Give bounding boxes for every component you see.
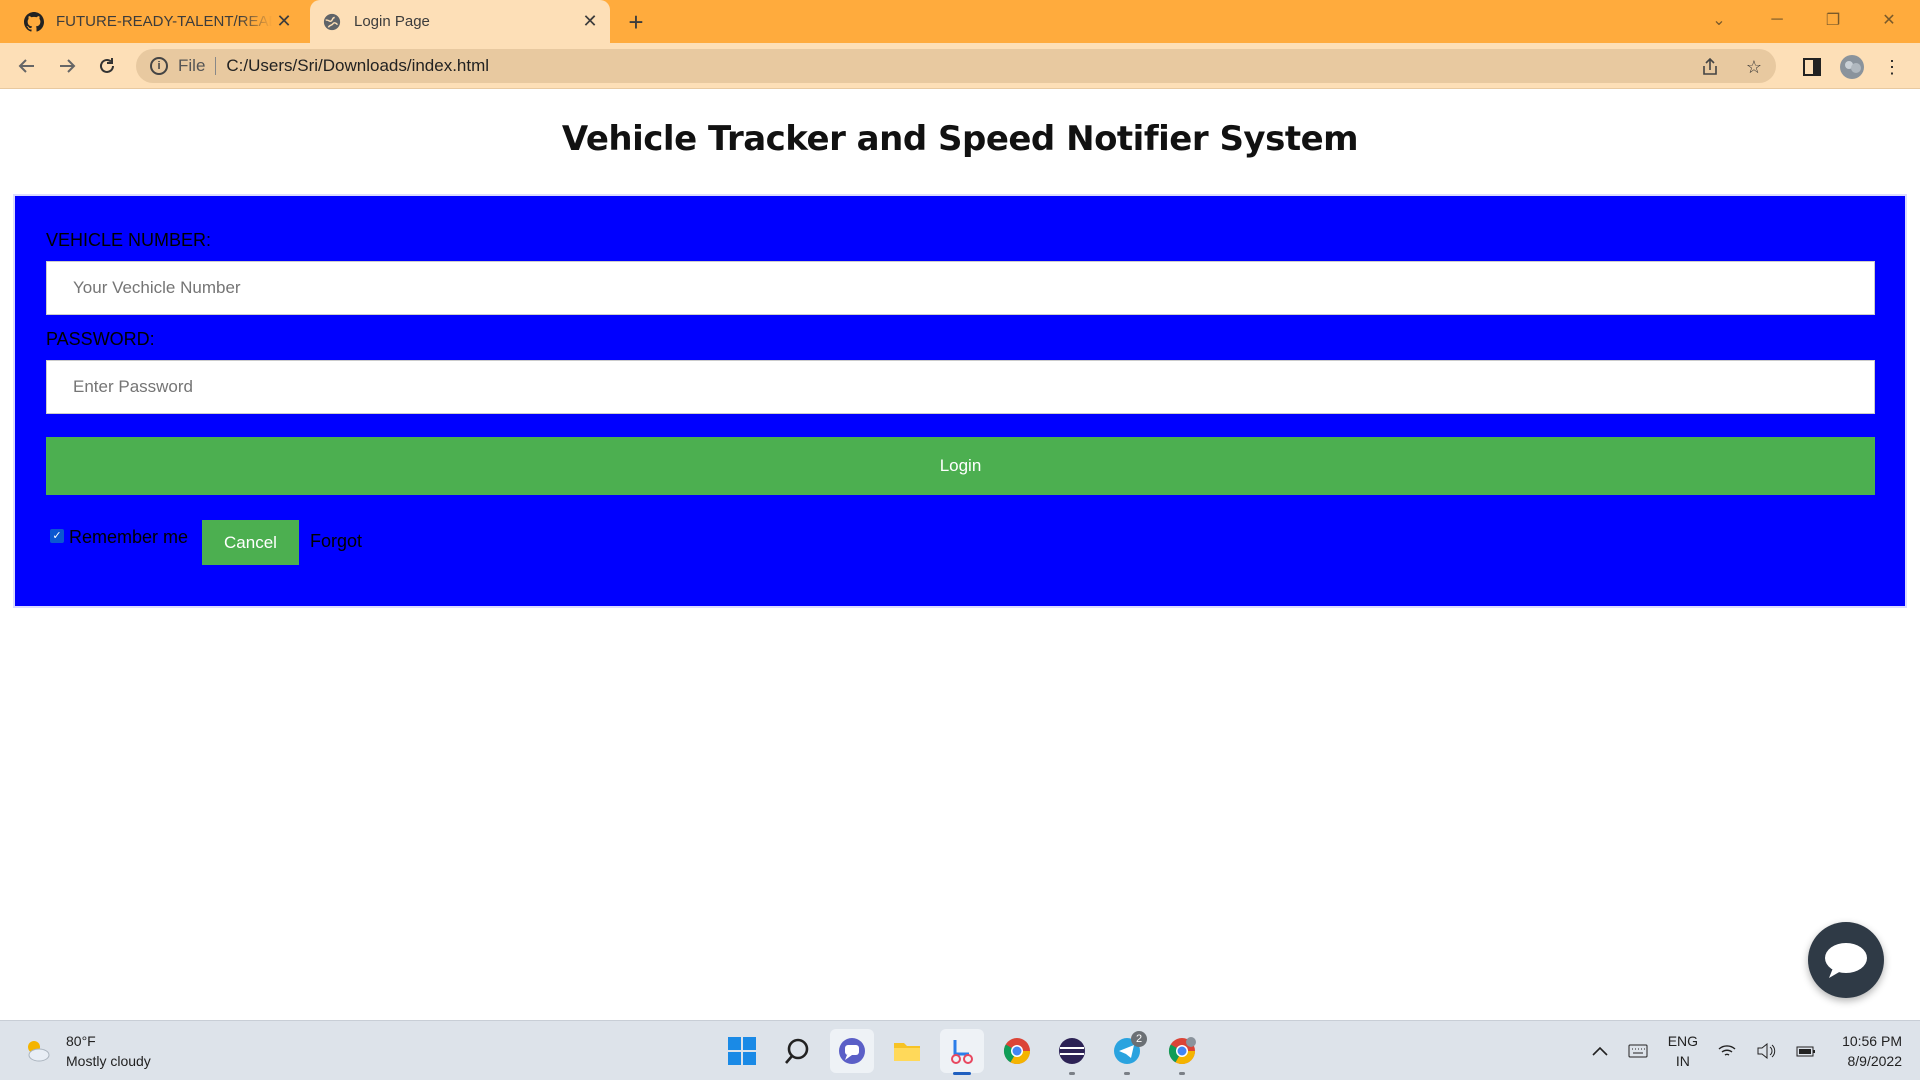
info-icon[interactable]: i (150, 57, 168, 75)
running-indicator (1069, 1072, 1075, 1075)
chrome-button[interactable] (995, 1029, 1039, 1073)
wifi-icon[interactable] (1718, 1044, 1736, 1058)
eclipse-button[interactable] (1050, 1029, 1094, 1075)
bookmark-star-icon[interactable]: ☆ (1742, 55, 1766, 79)
weather-desc: Mostly cloudy (66, 1053, 151, 1069)
restore-icon[interactable]: ❐ (1810, 0, 1856, 40)
page-title: Vehicle Tracker and Speed Notifier Syste… (561, 119, 1359, 159)
battery-icon[interactable] (1796, 1044, 1816, 1058)
forward-icon[interactable] (51, 50, 83, 82)
chrome-profile-button[interactable] (1160, 1029, 1204, 1075)
file-explorer-button[interactable] (885, 1029, 929, 1073)
chrome-icon (1003, 1038, 1031, 1065)
forgot-link[interactable]: Forgot (310, 531, 362, 552)
back-icon[interactable] (11, 50, 43, 82)
password-label: PASSWORD: (46, 329, 155, 349)
minimize-icon[interactable]: ─ (1754, 0, 1800, 40)
system-tray: ENG IN 10:56 PM 8/9/2022 (1582, 1021, 1920, 1081)
snipping-tool-button[interactable] (940, 1029, 984, 1075)
taskbar: 80°F Mostly cloudy 2 ENG IN 10:56 PM 8/9… (0, 1020, 1920, 1080)
lang-bottom: IN (1675, 1053, 1690, 1069)
side-panel-icon[interactable] (1798, 53, 1826, 81)
close-icon[interactable]: ✕ (578, 10, 602, 34)
windows-icon (728, 1037, 756, 1065)
weather-temp: 80°F (66, 1033, 96, 1049)
divider (215, 57, 217, 75)
clock-time: 10:56 PM (1842, 1033, 1902, 1049)
clock-date: 8/9/2022 (1847, 1053, 1903, 1069)
search-icon (785, 1038, 809, 1064)
start-button[interactable] (720, 1029, 764, 1073)
menu-kebab-icon[interactable]: ⋮ (1878, 53, 1906, 81)
vehicle-number-label: VEHICLE NUMBER: (46, 230, 212, 250)
close-window-icon[interactable]: ✕ (1866, 0, 1912, 40)
login-form: VEHICLE NUMBER: PASSWORD: Login ✓ Rememb… (13, 194, 1907, 608)
folder-icon (894, 1043, 920, 1061)
running-indicator (1124, 1072, 1130, 1075)
teams-chat-button[interactable] (830, 1029, 874, 1073)
close-icon[interactable]: ✕ (272, 10, 296, 34)
new-tab-button[interactable]: + (622, 7, 650, 37)
url-scheme: File (178, 56, 206, 75)
browser-toolbar: i File C:/Users/Sri/Downloads/index.html… (0, 43, 1920, 89)
address-bar[interactable]: i File C:/Users/Sri/Downloads/index.html… (136, 49, 1776, 83)
tab-label: Login Page (354, 13, 430, 30)
remember-me-checkbox[interactable]: ✓ (50, 528, 64, 543)
chevron-up-icon[interactable] (1592, 1046, 1608, 1056)
chat-bubble-button[interactable] (1808, 922, 1884, 998)
tab-login-page[interactable]: Login Page ✕ (310, 0, 610, 43)
cancel-button[interactable]: Cancel (202, 520, 299, 565)
tab-github-readme[interactable]: FUTURE-READY-TALENT/README ✕ (12, 0, 304, 43)
weather-widget[interactable]: 80°F Mostly cloudy (22, 1031, 151, 1071)
cloudy-sun-icon (28, 1041, 50, 1062)
snipping-tool-icon (951, 1040, 973, 1064)
eclipse-icon (1059, 1038, 1085, 1064)
url-text[interactable]: C:/Users/Sri/Downloads/index.html (226, 56, 489, 76)
language-indicator[interactable]: ENG IN (1668, 1031, 1698, 1071)
lang-top: ENG (1667, 1033, 1699, 1049)
keyboard-icon[interactable] (1628, 1044, 1648, 1058)
notification-badge: 2 (1131, 1031, 1147, 1047)
clock[interactable]: 10:56 PM 8/9/2022 (1842, 1031, 1902, 1071)
vehicle-number-input[interactable] (46, 261, 1875, 315)
chat-icon (839, 1038, 865, 1064)
telegram-button[interactable]: 2 (1105, 1029, 1149, 1075)
chat-icon (1825, 943, 1867, 978)
profile-avatar[interactable] (1838, 53, 1866, 81)
tab-strip: FUTURE-READY-TALENT/README ✕ Login Page … (0, 0, 1920, 43)
volume-icon[interactable] (1756, 1043, 1776, 1059)
active-indicator (953, 1072, 971, 1075)
remember-me-label: Remember me (69, 527, 189, 547)
password-input[interactable] (46, 360, 1875, 414)
running-indicator (1179, 1072, 1185, 1075)
remember-me: ✓ Remember me (50, 527, 188, 548)
tab-label: FUTURE-READY-TALENT/README (56, 13, 272, 30)
github-icon (24, 11, 44, 32)
login-button[interactable]: Login (46, 437, 1875, 495)
tab-search-icon[interactable]: ⌄ (1696, 0, 1742, 40)
search-button[interactable] (775, 1029, 819, 1073)
page-content: Vehicle Tracker and Speed Notifier Syste… (0, 89, 1920, 1020)
reload-icon[interactable] (91, 50, 123, 82)
share-icon[interactable] (1698, 55, 1722, 79)
chrome-icon (1168, 1037, 1196, 1065)
globe-icon (322, 12, 342, 32)
